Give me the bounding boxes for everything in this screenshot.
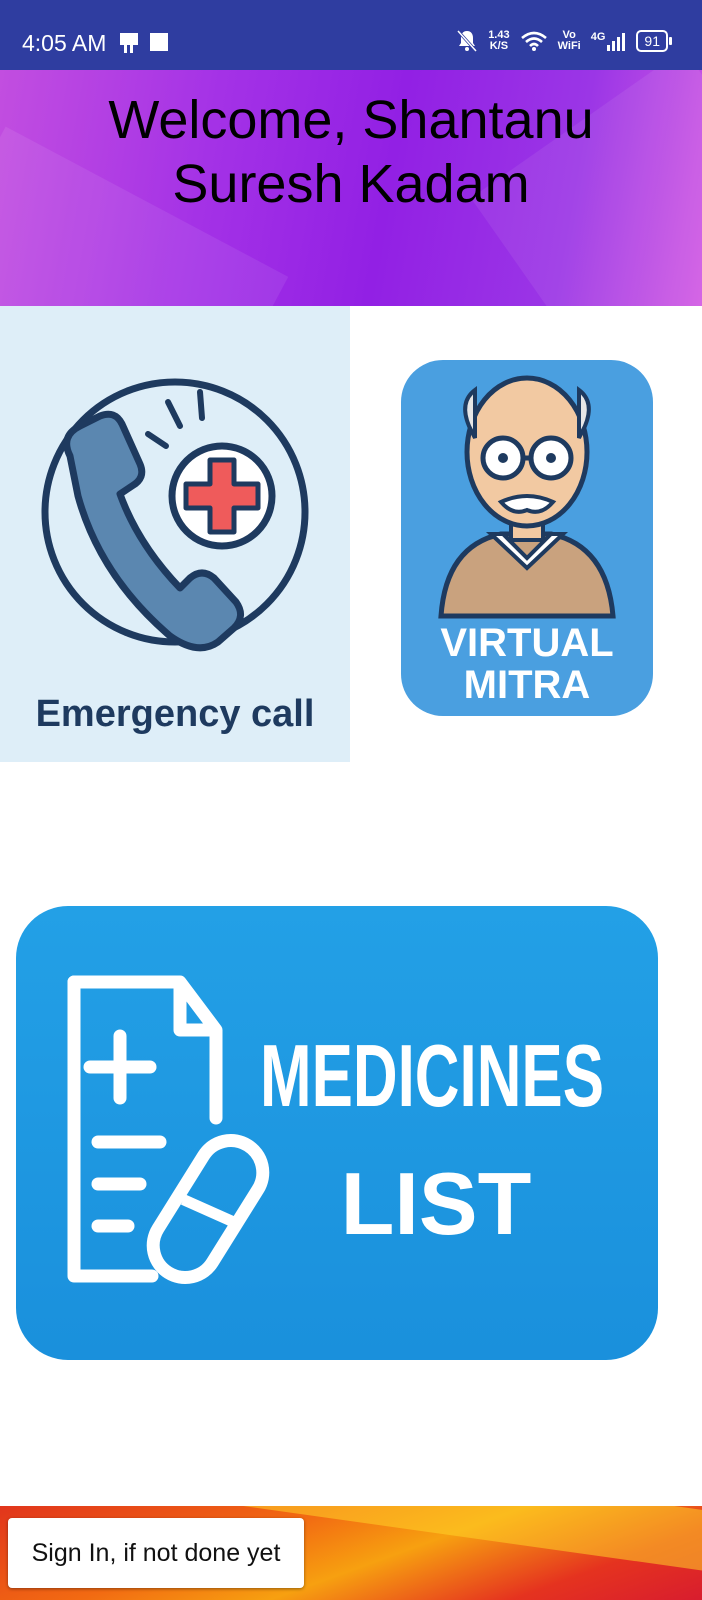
welcome-header: Welcome, Shantanu Suresh Kadam xyxy=(0,70,702,306)
medicines-label-line1: MEDICINES xyxy=(260,1026,604,1125)
vowifi-bottom: WiFi xyxy=(557,40,581,52)
muted-bell-icon xyxy=(457,29,478,53)
signal-icon xyxy=(607,33,626,51)
phone-device-icon xyxy=(120,33,138,53)
status-bar: 4:05 AM 1.43 K/S Vo WiFi 4G 91 xyxy=(0,0,702,70)
prescription-pill-icon xyxy=(67,975,270,1284)
welcome-line-1: Welcome, Shantanu xyxy=(108,90,594,150)
virtual-mitra-tile[interactable]: VIRTUAL MITRA xyxy=(351,306,702,762)
virtual-mitra-label-line1: VIRTUAL xyxy=(440,621,613,665)
emergency-call-label: Emergency call xyxy=(36,693,315,735)
medicines-label-line2: LIST xyxy=(341,1154,532,1253)
network-type: 4G xyxy=(590,31,606,43)
emergency-call-tile[interactable]: Emergency call xyxy=(0,306,350,762)
medicines-list-tile[interactable]: MEDICINES LIST xyxy=(16,906,658,1360)
sign-in-button[interactable]: Sign In, if not done yet xyxy=(8,1518,304,1588)
vowifi: Vo WiFi xyxy=(558,30,581,52)
battery-level: 91 xyxy=(636,30,668,52)
status-right-icons: 1.43 K/S Vo WiFi 4G 91 xyxy=(456,26,672,56)
status-left-icons xyxy=(118,32,168,59)
welcome-text: Welcome, Shantanu Suresh Kadam xyxy=(0,88,702,216)
virtual-mitra-label-line2: MITRA xyxy=(464,663,591,707)
status-time: 4:05 AM xyxy=(22,30,107,56)
phone-medical-icon xyxy=(41,378,309,652)
square-notification-icon xyxy=(150,33,168,51)
battery-icon: 91 xyxy=(636,30,672,52)
welcome-line-2: Suresh Kadam xyxy=(172,154,530,214)
network-indicator: 4G xyxy=(591,31,627,51)
net-speed: 1.43 K/S xyxy=(488,30,509,52)
net-speed-unit: K/S xyxy=(489,40,509,52)
wifi-icon xyxy=(520,31,547,51)
